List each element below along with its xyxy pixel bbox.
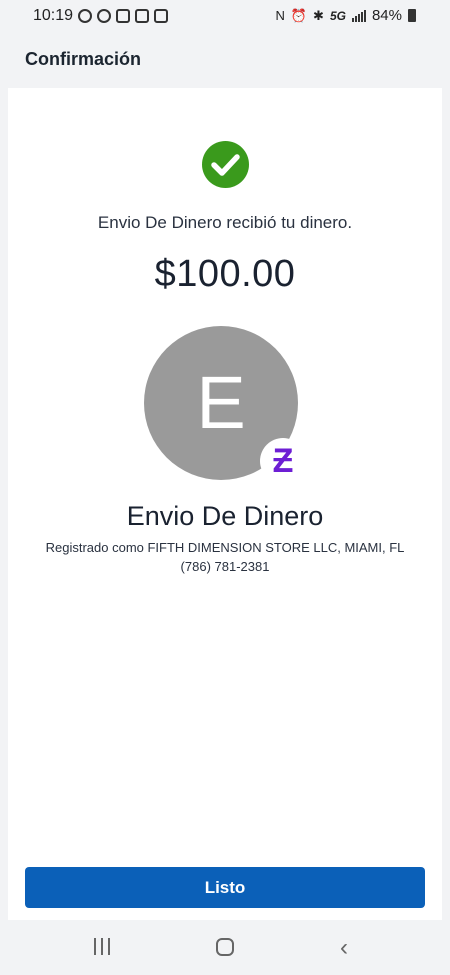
recipient-name: Envio De Dinero [126, 501, 324, 531]
status-time: 10:19 [33, 7, 74, 24]
system-nav-bar: ‹ [0, 920, 450, 975]
status-bar: 10:19 N ⏰ ✱ 5G 84% [0, 0, 450, 32]
nav-home-icon[interactable] [216, 938, 234, 956]
check-circle-icon [202, 141, 249, 188]
notification-icon [116, 9, 130, 23]
recipient-registration: Registrado como FIFTH DIMENSION STORE LL… [45, 540, 405, 555]
nav-back-icon[interactable]: ‹ [340, 934, 348, 962]
notification-icon [97, 9, 111, 23]
done-button[interactable]: Listo [25, 867, 425, 908]
network-type: 5G [329, 8, 346, 23]
notification-icon [135, 9, 149, 23]
bluetooth-icon: ✱ [313, 7, 324, 23]
amount: $100.00 [154, 253, 296, 295]
battery-icon [408, 9, 416, 22]
recipient-phone: (786) 781-2381 [180, 559, 270, 574]
nfc-icon: N [275, 8, 285, 23]
zelle-icon: Ƶ [260, 438, 306, 484]
battery-percent: 84% [371, 7, 402, 24]
notification-icon [78, 9, 92, 23]
confirmation-card: Envio De Dinero recibió tu dinero. $100.… [8, 88, 442, 920]
alarm-icon: ⏰ [290, 7, 308, 23]
page-title: Confirmación [25, 49, 142, 69]
status-right: N ⏰ ✱ 5G 84% [275, 7, 416, 24]
notification-icon [154, 9, 168, 23]
confirmation-message: Envio De Dinero recibió tu dinero. [97, 213, 353, 232]
nav-recents-icon[interactable] [94, 938, 110, 955]
check-mark-icon [211, 154, 240, 176]
app-header: Confirmación [0, 32, 450, 88]
notification-icons [78, 9, 168, 23]
signal-icon [351, 9, 366, 22]
zelle-glyph: Ƶ [272, 442, 294, 480]
